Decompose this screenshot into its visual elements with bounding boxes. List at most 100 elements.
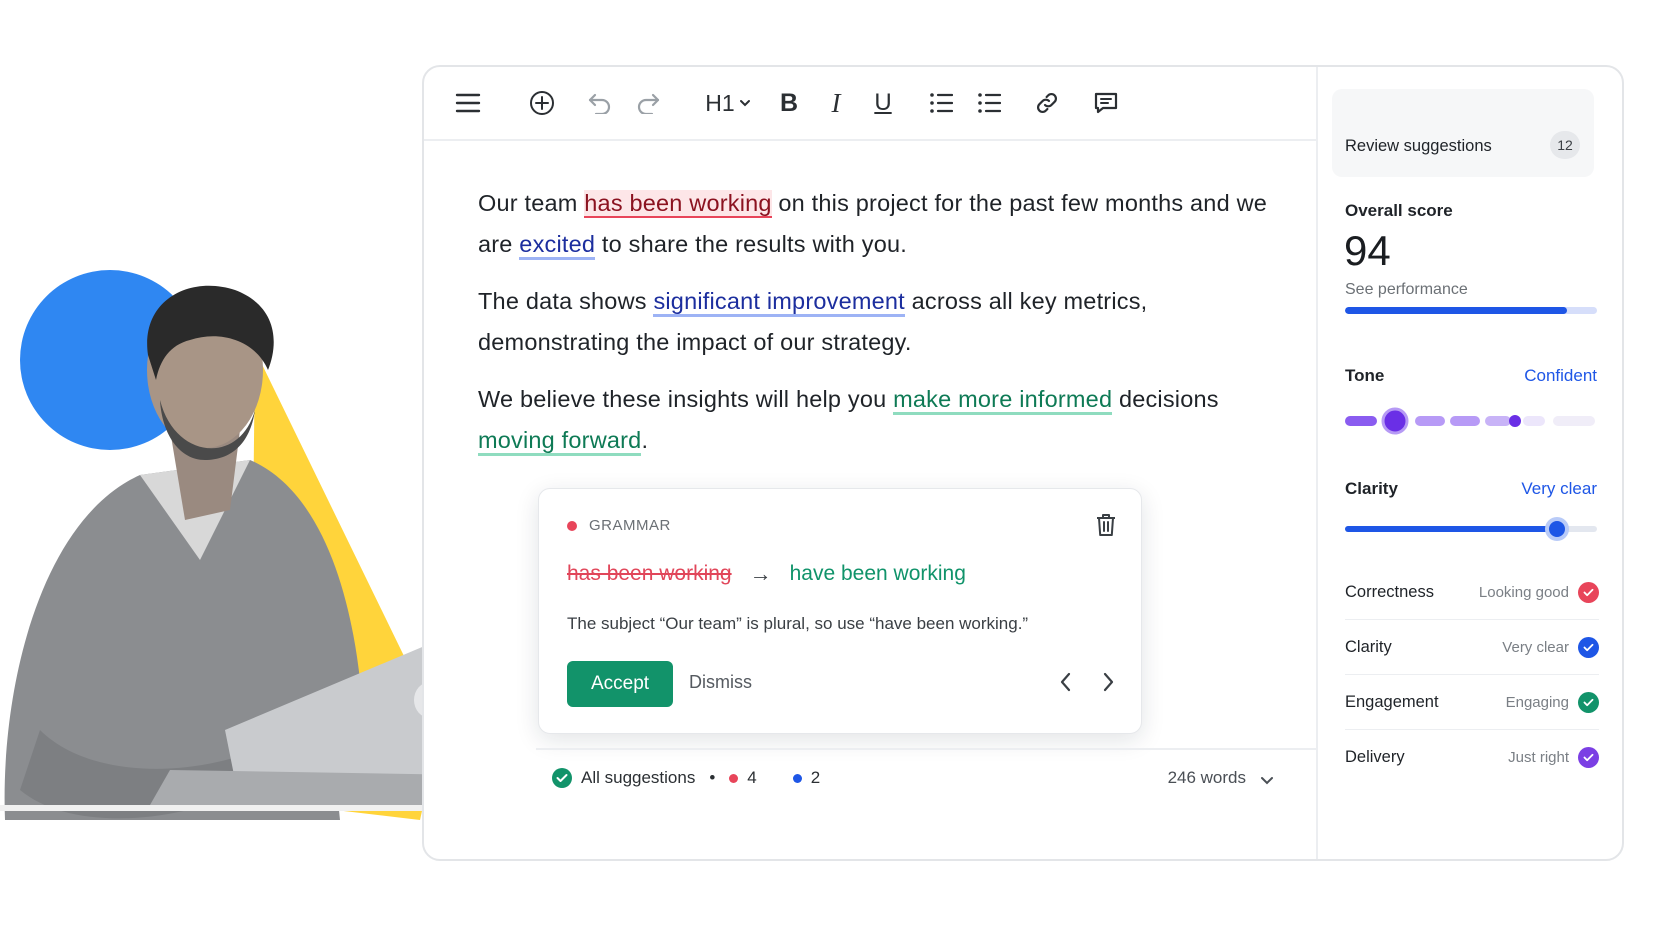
accept-button[interactable]: Accept [567,661,673,707]
engagement-highlight[interactable]: make more informed [893,386,1113,415]
chevron-left-icon [1060,672,1071,692]
metric-engagement[interactable]: Engagement Engaging [1345,674,1599,730]
numbered-list-button[interactable] [926,81,956,125]
suggestion-card: GRAMMAR has been working → have been wor… [538,488,1142,734]
paragraph-1: Our team has been working on this projec… [478,183,1278,264]
blue-dot-icon [792,773,802,783]
hamburger-icon [455,93,481,113]
text-run: . [641,426,649,453]
check-circle-icon [1578,747,1599,768]
overall-score-title: Overall score [1345,201,1453,220]
overall-score-value: 94 [1344,227,1391,274]
metric-delivery[interactable]: Delivery Just right [1345,729,1599,785]
score-progress-fill [1345,307,1567,314]
italic-icon: I [831,87,841,118]
menu-button[interactable] [452,81,484,125]
underline-icon: U [874,89,892,116]
suggestion-explanation: The subject “Our team” is plural, so use… [567,614,1029,633]
trash-icon [1097,514,1115,536]
bullet-list-icon [978,93,1001,113]
suggestion-count-badge: 12 [1550,131,1580,159]
text-run: Our team [478,190,585,216]
text-run: We believe these insights will help you [478,386,894,412]
heading-label: H1 [705,89,735,116]
review-suggestions-label: Review suggestions [1345,137,1492,155]
next-suggestion-button[interactable] [1101,671,1115,698]
paragraph-3: We believe these insights will help you … [478,379,1278,460]
insert-button[interactable] [526,81,558,125]
check-circle-icon [1578,637,1599,658]
metric-correctness[interactable]: Correctness Looking good [1345,564,1599,620]
clarity-slider-handle[interactable] [1544,517,1569,541]
status-bar: All suggestions • 4 2 246 words [536,748,1316,806]
text-run: decisions [1112,386,1219,412]
redo-icon [637,93,660,114]
text-run: to share the results with you. [595,230,908,257]
metric-value: Just right [1508,749,1569,766]
redo-button[interactable] [632,81,664,125]
grammar-highlight[interactable]: has been working [584,190,772,218]
metric-value: Looking good [1478,583,1569,601]
link-button[interactable] [1032,81,1062,125]
toolbar: H1 B I U [424,67,1316,141]
replacement-text[interactable]: have been working [790,562,966,586]
undo-icon [588,93,611,114]
bold-button[interactable]: B [774,81,804,125]
grammar-dot-icon [567,520,577,531]
bullet-list-button[interactable] [974,81,1004,125]
metric-name: Clarity [1345,638,1392,656]
clarity-highlight[interactable]: excited [519,230,596,260]
metric-name: Engagement [1345,693,1439,711]
paragraph-2: The data shows significant improvement a… [478,281,1278,362]
bold-icon: B [779,88,799,117]
blue-suggestion-count[interactable]: 2 [811,768,820,788]
link-icon [1036,92,1058,114]
italic-button[interactable]: I [822,81,850,125]
dismiss-button[interactable]: Dismiss [689,672,752,693]
tone-title: Tone [1345,366,1385,385]
arrow-right-icon: → [749,561,772,586]
metric-name: Correctness [1345,582,1434,601]
word-count[interactable]: 246 words [1168,768,1246,788]
red-suggestion-count[interactable]: 4 [747,768,756,788]
numbered-list-icon [930,93,953,113]
score-panel: Review suggestions 12 Overall score 94 S… [1320,67,1622,859]
editor-pane: H1 B I U Our team has been working on th… [424,67,1318,859]
clarity-slider-fill [1345,526,1557,532]
chevron-right-icon [1103,672,1114,692]
review-suggestions-button[interactable]: Review suggestions 12 [1332,89,1594,177]
heading-dropdown[interactable]: H1 [704,81,752,125]
undo-button[interactable] [584,81,616,125]
metric-clarity[interactable]: Clarity Very clear [1345,619,1599,675]
clarity-highlight[interactable]: significant improvement [653,288,905,317]
tone-indicator [1345,407,1597,437]
metric-name: Delivery [1345,748,1405,766]
delete-button[interactable] [1095,513,1117,542]
document-body[interactable]: Our team has been working on this projec… [478,183,1278,477]
clarity-title: Clarity [1345,479,1398,498]
engagement-highlight[interactable]: moving forward [478,426,642,456]
comment-button[interactable] [1090,81,1122,125]
see-performance-link[interactable]: See performance [1345,281,1468,299]
chevron-down-icon[interactable] [1260,771,1274,791]
category-label: GRAMMAR [589,517,671,534]
tone-value: Confident [1524,366,1597,385]
suggestion-category: GRAMMAR [567,517,671,534]
all-suggestions-link[interactable]: All suggestions [581,768,695,788]
comment-icon [1094,92,1118,114]
text-run: The data shows [478,288,654,314]
underline-button[interactable]: U [868,81,898,125]
tone-scale [1345,407,1595,435]
editor-window: H1 B I U Our team has been working on th… [422,65,1624,861]
clarity-slider[interactable] [1345,517,1597,541]
plus-circle-icon [530,91,554,115]
previous-suggestion-button[interactable] [1059,671,1073,698]
separator: • [709,768,716,787]
check-circle-icon [1578,692,1599,713]
metric-value: Very clear [1502,639,1569,656]
clarity-value: Very clear [1521,479,1597,498]
check-circle-icon [1578,581,1599,603]
suggested-change: has been working → have been working [567,561,966,587]
chevron-down-icon [739,100,750,107]
original-text: has been working [567,562,732,585]
